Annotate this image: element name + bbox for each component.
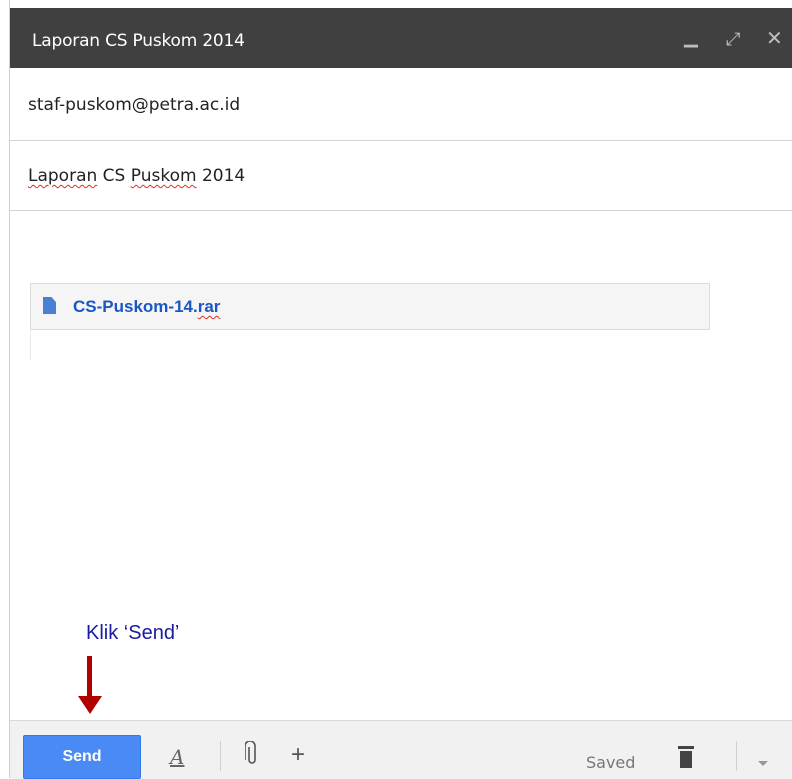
toolbar-divider: [736, 741, 737, 771]
compose-title: Laporan CS Puskom 2014: [32, 31, 245, 51]
paperclip-icon[interactable]: [244, 740, 259, 772]
save-status: Saved: [586, 753, 636, 772]
attachment-name[interactable]: CS-Puskom-14.rar: [73, 297, 220, 317]
insert-more-icon[interactable]: +: [291, 741, 305, 769]
send-button[interactable]: Send: [23, 735, 141, 779]
close-icon[interactable]: ✕: [766, 28, 783, 50]
attachment-chip[interactable]: CS-Puskom-14.rar: [30, 283, 710, 330]
compose-toolbar: Send A + Saved: [10, 720, 792, 779]
attachment-name-ext: rar: [197, 297, 221, 316]
subject-word: 2014: [201, 166, 246, 186]
subject-word: Laporan: [28, 166, 98, 186]
subject-field[interactable]: Laporan CS Puskom 2014: [10, 141, 792, 211]
subject-word: CS: [102, 166, 126, 186]
annotation-label: Klik ‘Send’: [86, 622, 180, 644]
attachment-divider: [30, 330, 31, 360]
file-icon: [43, 297, 56, 314]
subject-word: Puskom: [130, 166, 197, 186]
compose-titlebar[interactable]: Laporan CS Puskom 2014 ▁ ⤢ ✕: [10, 8, 792, 68]
toolbar-divider: [220, 741, 221, 771]
subject-field-value: Laporan CS Puskom 2014: [28, 166, 245, 186]
to-field-value: staf-puskom@petra.ac.id: [28, 95, 241, 115]
formatting-icon[interactable]: A: [170, 745, 184, 769]
attachment-name-main: CS-Puskom-14.: [73, 297, 198, 316]
expand-icon[interactable]: ⤢: [726, 28, 740, 50]
minimize-icon[interactable]: ▁: [684, 26, 698, 48]
annotation-arrow-icon: [78, 696, 102, 714]
to-field[interactable]: staf-puskom@petra.ac.id: [10, 68, 792, 141]
trash-icon[interactable]: [678, 745, 694, 773]
more-options-icon[interactable]: [758, 761, 768, 766]
